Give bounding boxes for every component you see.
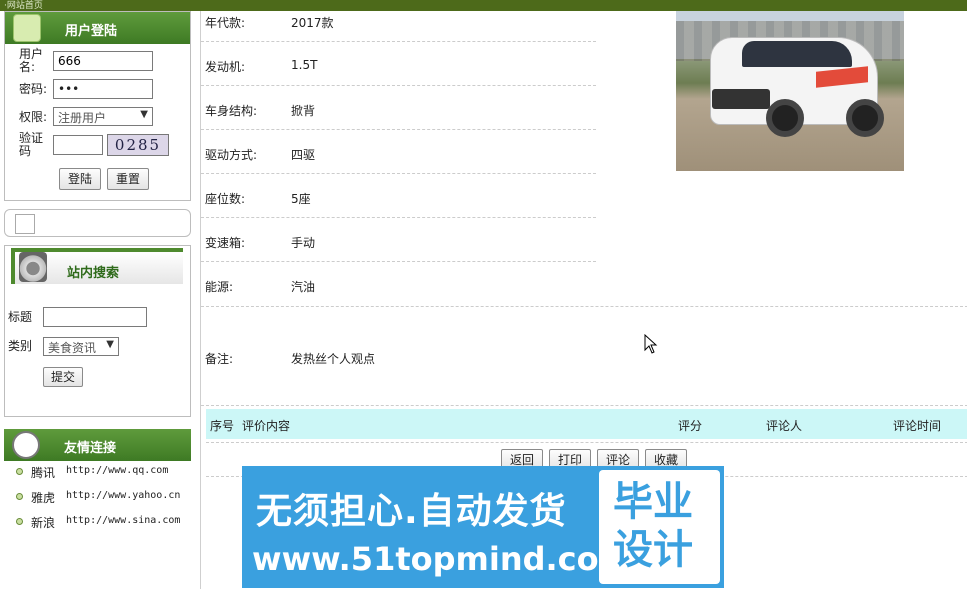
- friend-links-title: 友情连接: [64, 441, 117, 456]
- friend-link-name[interactable]: 雅虎: [31, 489, 55, 506]
- role-select[interactable]: 注册用户 ▼: [53, 107, 153, 126]
- placeholder-panel: [4, 209, 191, 237]
- detail-key: 年代款:: [205, 16, 246, 30]
- reset-button[interactable]: 重置: [107, 168, 149, 190]
- notebook-icon: [13, 14, 41, 42]
- search-title-label: 标题: [8, 310, 33, 324]
- top-bar-title[interactable]: ·网站首页: [4, 0, 43, 11]
- banner-slogan: 无须担心.自动发货: [256, 491, 567, 532]
- search-category-value: 美食资讯: [48, 341, 97, 355]
- car-photo-front-wheel: [766, 99, 804, 137]
- bullet-icon: [16, 468, 23, 475]
- banner-badge-line2: 设计: [613, 527, 693, 573]
- detail-key: 车身结构:: [205, 104, 258, 118]
- divider: [206, 442, 967, 443]
- left-sidebar: 用户登陆 用户名: 密码: ••• 权限: 注册用户 ▼ 验证码 0285 登陆…: [0, 11, 200, 589]
- search-category-select[interactable]: 美食资讯 ▼: [43, 337, 119, 356]
- role-label: 权限:: [19, 110, 48, 124]
- password-input[interactable]: •••: [53, 79, 153, 99]
- site-search-header: 站内搜索: [11, 248, 183, 284]
- role-select-value: 注册用户: [58, 111, 107, 125]
- captcha-image[interactable]: 0285: [107, 134, 169, 156]
- login-panel-title: 用户登陆: [65, 24, 118, 39]
- at-sign-icon: [12, 431, 40, 459]
- friend-links-panel: 友情连接 腾讯 http://www.qq.com 雅虎 http://www.…: [4, 429, 191, 535]
- car-photo-windows: [742, 41, 852, 67]
- detail-key: 驱动方式:: [205, 148, 258, 162]
- search-submit-button[interactable]: 提交: [43, 367, 83, 387]
- review-table-header: 序号 评价内容 评分 评论人 评论时间: [206, 409, 967, 439]
- detail-value: 2017款: [291, 16, 334, 30]
- detail-value: 掀背: [291, 104, 316, 118]
- detail-key: 发动机:: [205, 60, 246, 74]
- detail-key: 变速箱:: [205, 236, 246, 250]
- note-key: 备注:: [205, 352, 234, 366]
- watermark-banner: 无须担心.自动发货 www.51topmind.com 毕业 设计: [242, 466, 724, 588]
- captcha-label: 验证码: [19, 131, 44, 158]
- friend-link-url[interactable]: http://www.sina.com: [66, 515, 181, 526]
- site-search-panel: 站内搜索 标题 类别 美食资讯 ▼ 提交: [4, 245, 191, 417]
- detail-row: 驱动方式: 四驱: [201, 130, 596, 174]
- password-label: 密码:: [19, 82, 48, 96]
- banner-badge-line1: 毕业: [613, 479, 693, 525]
- search-category-label: 类别: [8, 339, 33, 353]
- detail-value: 1.5T: [291, 58, 318, 72]
- detail-row: 年代款: 2017款: [201, 0, 596, 42]
- detail-value: 四驱: [291, 148, 316, 162]
- review-col-score: 评分: [678, 419, 703, 433]
- note-row: 备注: 发热丝个人观点: [201, 306, 967, 406]
- username-label: 用户名:: [19, 47, 44, 74]
- login-button[interactable]: 登陆: [59, 168, 101, 190]
- car-photo-rear-wheel: [846, 99, 884, 137]
- friend-link-name[interactable]: 腾讯: [31, 464, 55, 481]
- car-photo-grill: [712, 89, 770, 109]
- captcha-input[interactable]: [53, 135, 103, 155]
- mouse-cursor-icon: [644, 334, 658, 354]
- detail-value: 手动: [291, 236, 316, 250]
- friend-link-url[interactable]: http://www.qq.com: [66, 465, 181, 476]
- detail-row: 座位数: 5座: [201, 174, 596, 218]
- friend-links-header: 友情连接: [4, 429, 191, 461]
- detail-key: 能源:: [205, 280, 234, 294]
- detail-row: 车身结构: 掀背: [201, 86, 596, 130]
- note-value: 发热丝个人观点: [291, 352, 376, 366]
- detail-row: 变速箱: 手动: [201, 218, 596, 262]
- review-col-index: 序号: [210, 419, 235, 433]
- banner-url: www.51topmind.com: [252, 540, 632, 578]
- login-panel-header: 用户登陆: [5, 12, 190, 44]
- banner-badge: 毕业 设计: [599, 470, 720, 584]
- detail-row: 能源: 汽油: [201, 262, 596, 306]
- chevron-down-icon: ▼: [140, 109, 148, 120]
- login-panel: 用户登陆 用户名: 密码: ••• 权限: 注册用户 ▼ 验证码 0285 登陆…: [4, 11, 191, 201]
- car-photo: [676, 11, 904, 171]
- detail-key: 座位数:: [205, 192, 246, 206]
- chevron-down-icon: ▼: [106, 339, 114, 350]
- review-col-time: 评论时间: [893, 419, 942, 433]
- search-title-input[interactable]: [43, 307, 147, 327]
- site-search-title: 站内搜索: [67, 266, 120, 281]
- broken-image-icon: [15, 214, 35, 234]
- detail-value: 汽油: [291, 280, 316, 294]
- friend-link-name[interactable]: 新浪: [31, 514, 55, 531]
- washing-machine-icon: [19, 252, 47, 282]
- detail-row: 发动机: 1.5T: [201, 42, 596, 86]
- username-input[interactable]: [53, 51, 153, 71]
- friend-link-url[interactable]: http://www.yahoo.cn: [66, 490, 181, 501]
- bullet-icon: [16, 518, 23, 525]
- bullet-icon: [16, 493, 23, 500]
- detail-value: 5座: [291, 192, 311, 206]
- review-col-reviewer: 评论人: [766, 419, 803, 433]
- review-col-content: 评价内容: [242, 419, 291, 433]
